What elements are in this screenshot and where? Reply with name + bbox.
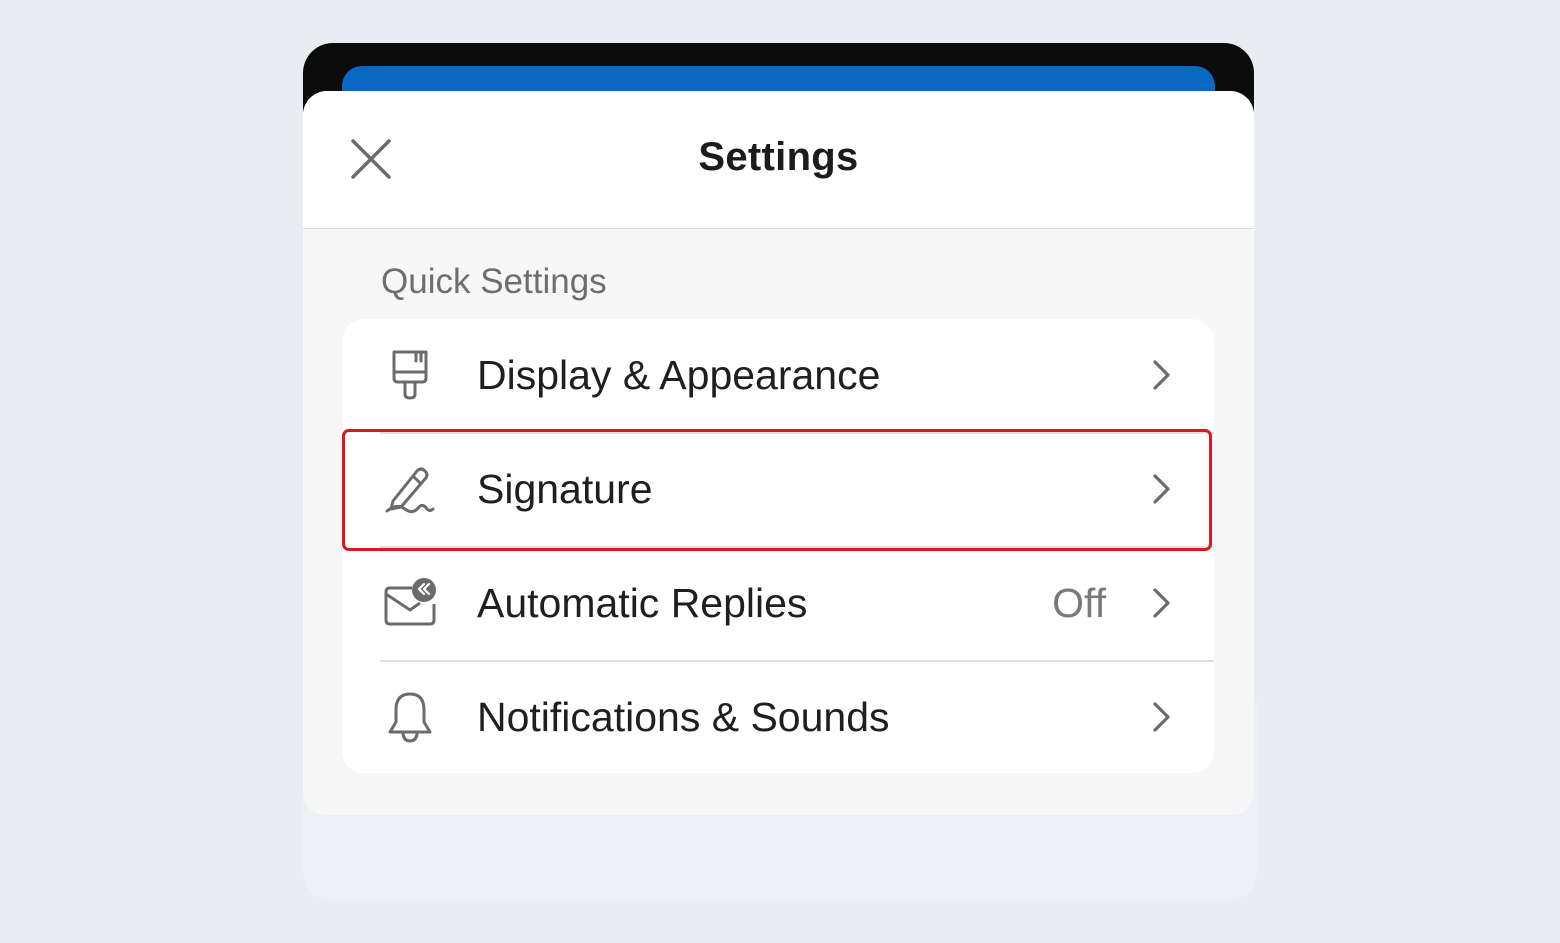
signature-pen-icon: [380, 459, 440, 519]
settings-item-label: Signature: [477, 466, 653, 512]
chevron-right-icon: [1153, 702, 1170, 732]
page-title: Settings: [698, 135, 859, 179]
bell-icon: [380, 687, 440, 747]
settings-item-notifications-sounds[interactable]: Notifications & Sounds: [342, 661, 1214, 774]
settings-item-automatic-replies[interactable]: Automatic Replies Off: [342, 547, 1214, 660]
automatic-replies-status: Off: [1052, 580, 1106, 626]
settings-item-label: Automatic Replies: [477, 580, 808, 626]
section-label-quick-settings: Quick Settings: [381, 262, 607, 301]
chevron-right-icon: [1153, 588, 1170, 618]
settings-sheet: Settings Quick Settings Display & Appear…: [303, 91, 1254, 815]
paintbrush-icon: [380, 345, 440, 405]
settings-item-label: Notifications & Sounds: [477, 694, 890, 740]
settings-header: Settings: [303, 91, 1254, 229]
settings-item-display-appearance[interactable]: Display & Appearance: [342, 319, 1214, 432]
chevron-right-icon: [1153, 474, 1170, 504]
quick-settings-card: Display & Appearance Signature Automatic…: [342, 319, 1214, 773]
mail-reply-icon: [380, 573, 440, 633]
settings-item-label: Display & Appearance: [477, 352, 881, 398]
settings-item-signature[interactable]: Signature: [342, 433, 1214, 546]
chevron-right-icon: [1153, 360, 1170, 390]
